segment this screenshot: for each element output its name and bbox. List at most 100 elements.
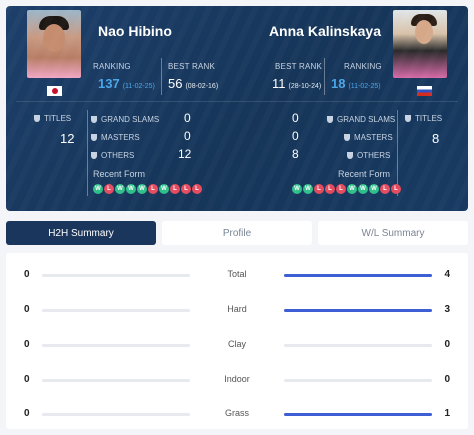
player1-bar (42, 309, 190, 312)
loss-badge: L (192, 184, 202, 194)
player1-value: 0 (24, 408, 30, 419)
player1-best-rank: 56 (08-02-16) (168, 76, 219, 91)
player2-grand-slams: 0 (292, 111, 299, 125)
player2-name[interactable]: Anna Kalinskaya (269, 23, 381, 39)
player2-best-rank: 11 (28-10-24) (272, 76, 322, 91)
loss-badge: L (336, 184, 346, 194)
player2-bar (284, 309, 432, 312)
loss-badge: L (314, 184, 324, 194)
jp-flag-icon (47, 86, 62, 96)
player2-value: 0 (444, 339, 450, 350)
summary-row-grass: 0 Grass 1 (6, 405, 468, 425)
player2-masters: 0 (292, 129, 299, 143)
player1-best-rank-label: BEST RANK (168, 62, 215, 71)
surface-label: Total (227, 269, 247, 279)
trophy-icon (405, 115, 411, 122)
player2-ranking: 18 (11-02-25) (331, 76, 381, 91)
tab-h2h-summary[interactable]: H2H Summary (6, 221, 156, 245)
trophy-icon (344, 134, 350, 141)
loss-badge: L (104, 184, 114, 194)
loss-badge: L (325, 184, 335, 194)
player1-value: 0 (24, 304, 30, 315)
win-badge: W (358, 184, 368, 194)
trophy-icon (347, 152, 353, 159)
player1-ranking-label: RANKING (93, 62, 131, 71)
player1-value: 0 (24, 269, 30, 280)
player1-bar (42, 344, 190, 347)
win-badge: W (137, 184, 147, 194)
h2h-header: Nao Hibino Anna Kalinskaya RANKING 137 (1… (6, 6, 468, 211)
player2-bar-fill (284, 309, 432, 312)
player1-value: 0 (24, 374, 30, 385)
divider (161, 58, 162, 95)
player2-bar (284, 274, 432, 277)
win-badge: W (369, 184, 379, 194)
player2-bar-fill (284, 413, 432, 416)
player1-recent-form: WLWWWLWLLL (93, 184, 202, 194)
summary-row-clay: 0 Clay 0 (6, 336, 468, 356)
player2-others-label: OTHERS (347, 151, 390, 160)
win-badge: W (93, 184, 103, 194)
player2-titles: 8 (432, 131, 440, 146)
player2-value: 3 (444, 304, 450, 315)
player2-recent-form: WWLLLWWWLL (292, 184, 401, 194)
player2-bar (284, 413, 432, 416)
win-badge: W (303, 184, 313, 194)
player2-grand-slams-label: GRAND SLAMS (327, 115, 395, 124)
player2-recent-form-label: Recent Form (338, 169, 391, 179)
ru-flag-icon (417, 86, 432, 96)
trophy-icon (91, 134, 97, 141)
player1-grand-slams: 0 (184, 111, 191, 125)
surface-label: Indoor (224, 374, 250, 384)
player2-ranking-label: RANKING (344, 62, 382, 71)
trophy-icon (91, 152, 97, 159)
player1-masters-label: MASTERS (91, 133, 140, 142)
win-badge: W (115, 184, 125, 194)
player2-bar-fill (284, 274, 432, 277)
loss-badge: L (391, 184, 401, 194)
tab-profile[interactable]: Profile (162, 221, 312, 245)
player1-ranking: 137 (11-02-25) (98, 76, 155, 91)
player1-grand-slams-label: GRAND SLAMS (91, 115, 159, 124)
divider (87, 110, 88, 196)
player2-value: 0 (444, 374, 450, 385)
player1-photo[interactable] (27, 10, 81, 78)
player2-masters-label: MASTERS (344, 133, 393, 142)
summary-row-total: 0 Total 4 (6, 266, 468, 286)
player1-others: 12 (178, 147, 192, 161)
player1-masters: 0 (184, 129, 191, 143)
summary-row-hard: 0 Hard 3 (6, 301, 468, 321)
win-badge: W (347, 184, 357, 194)
surface-label: Grass (224, 408, 249, 418)
player1-others-label: OTHERS (91, 151, 134, 160)
surface-label: Clay (227, 339, 246, 349)
player1-name[interactable]: Nao Hibino (98, 23, 172, 39)
divider (16, 101, 458, 102)
surface-label: Hard (227, 304, 247, 314)
player2-best-rank-label: BEST RANK (275, 62, 322, 71)
summary-row-indoor: 0 Indoor 0 (6, 371, 468, 391)
win-badge: W (292, 184, 302, 194)
tab-wl-summary[interactable]: W/L Summary (318, 221, 468, 245)
win-badge: W (126, 184, 136, 194)
player2-bar (284, 344, 432, 347)
player2-photo[interactable] (393, 10, 447, 78)
player2-bar (284, 379, 432, 382)
player1-titles: 12 (60, 131, 75, 146)
trophy-icon (91, 116, 97, 123)
loss-badge: L (181, 184, 191, 194)
player1-bar (42, 379, 190, 382)
player1-value: 0 (24, 339, 30, 350)
player1-bar (42, 413, 190, 416)
trophy-icon (327, 116, 333, 123)
player2-titles-label: TITLES (405, 114, 442, 123)
player1-titles-label: TITLES (34, 114, 71, 123)
player1-bar (42, 274, 190, 277)
win-badge: W (159, 184, 169, 194)
player2-value: 4 (444, 269, 450, 280)
loss-badge: L (170, 184, 180, 194)
player2-others: 8 (292, 147, 299, 161)
player1-recent-form-label: Recent Form (93, 169, 146, 179)
divider (324, 58, 325, 95)
trophy-icon (34, 115, 40, 122)
